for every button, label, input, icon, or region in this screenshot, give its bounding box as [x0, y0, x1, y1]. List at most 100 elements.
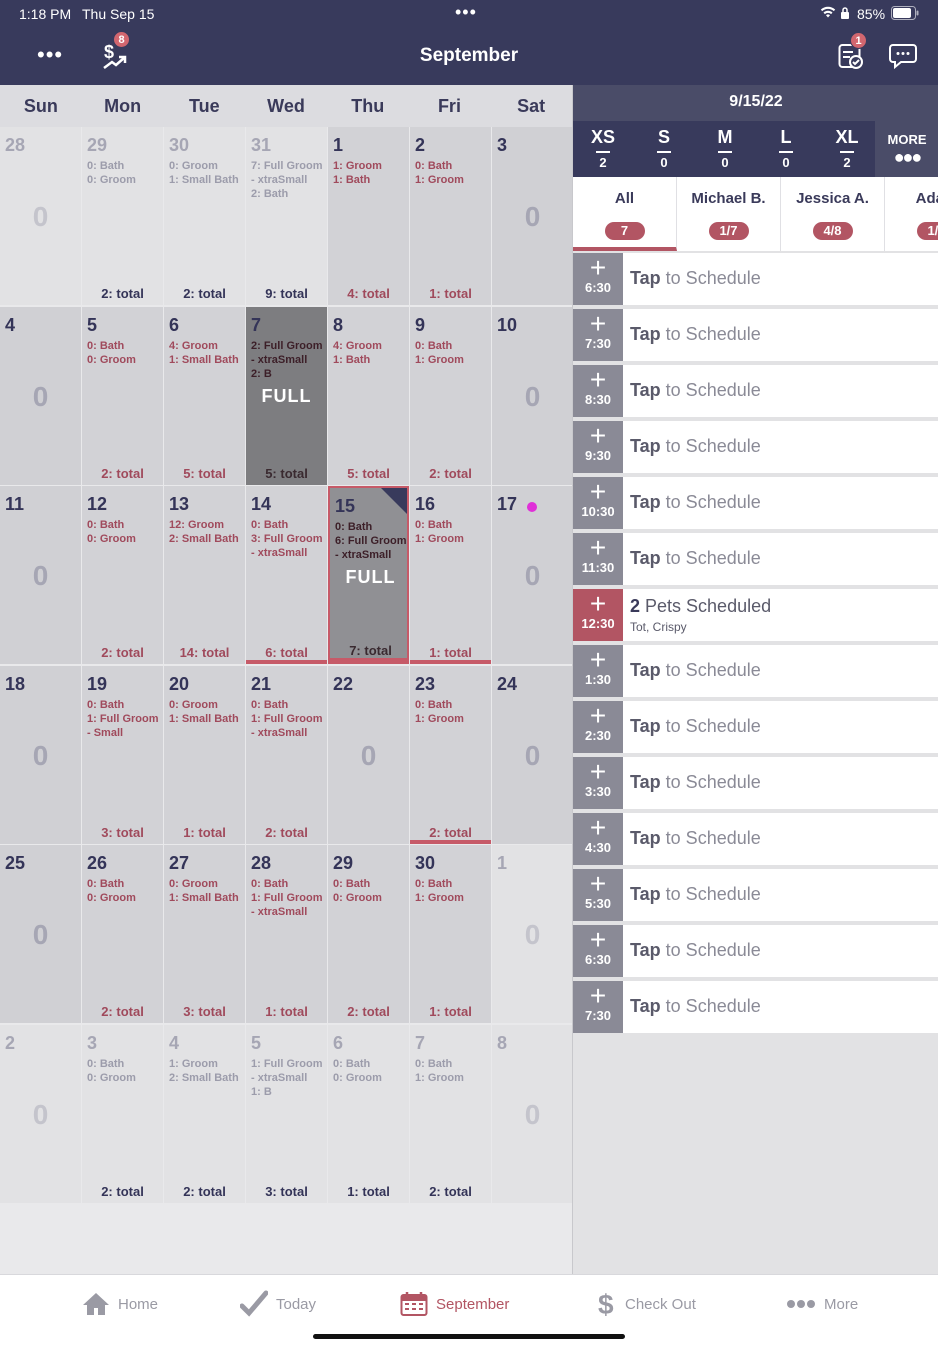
day-cell[interactable]: 10 0: [492, 307, 573, 485]
plus-icon[interactable]: +: [573, 366, 623, 394]
day-total: 3: total: [183, 1004, 226, 1019]
time-slot[interactable]: +4:30 Tap to Schedule: [573, 813, 938, 865]
plus-icon[interactable]: +: [573, 870, 623, 898]
tab-home[interactable]: Home: [82, 1289, 158, 1319]
day-cell[interactable]: 31 7: Full Groom - xtraSmall 2: Bath 9: tota…: [246, 127, 327, 305]
size-xs[interactable]: XS 2: [578, 127, 628, 170]
more-sizes-button[interactable]: MORE ●●●: [875, 121, 938, 177]
size-m[interactable]: M0: [700, 127, 750, 170]
day-cell[interactable]: 7 2: Full Groom - xtraSmall 2: B FULL 5: tota…: [246, 307, 327, 485]
day-cell[interactable]: 10: [492, 845, 573, 1023]
checkmark-icon: [240, 1290, 268, 1318]
day-number: 5: [251, 1033, 262, 1053]
day-cell[interactable]: 27 0: Groom 1: Small Bath 3: total: [164, 845, 245, 1023]
more-label: MORE: [887, 132, 927, 147]
day-cell[interactable]: 21 0: Bath 1: Full Groom - xtraSmall 2: tota…: [246, 666, 327, 844]
plus-icon[interactable]: +: [573, 254, 623, 282]
day-number: 22: [333, 674, 354, 694]
size-s[interactable]: S0: [639, 127, 689, 170]
day-cell[interactable]: 4 1: Groom 2: Small Bath 2: total: [164, 1025, 245, 1203]
day-cell[interactable]: 3 0: Bath 0: Groom 2: total: [82, 1025, 163, 1203]
day-cell[interactable]: 11 0: [0, 486, 81, 664]
day-cell[interactable]: 16 0: Bath 1: Groom 1: total: [410, 486, 491, 664]
service-line: 0: Groom: [333, 892, 382, 904]
day-cell[interactable]: 5 0: Bath 0: Groom 2: total: [82, 307, 163, 485]
time-slot[interactable]: +8:30 Tap to Schedule: [573, 365, 938, 417]
tab-check-out[interactable]: $ Check Out: [597, 1289, 696, 1319]
day-cell[interactable]: 24 0: [492, 666, 573, 844]
time-slot[interactable]: +7:30 Tap to Schedule: [573, 981, 938, 1033]
plus-icon[interactable]: +: [573, 982, 623, 1010]
multitask-dots-icon[interactable]: •••: [455, 2, 477, 23]
day-cell[interactable]: 6 4: Groom 1: Small Bath 5: total: [164, 307, 245, 485]
day-cell[interactable]: 29 0: Bath 0: Groom 2: total: [328, 845, 409, 1023]
day-cell[interactable]: 22 0: [328, 666, 409, 844]
plus-icon[interactable]: +: [573, 534, 623, 562]
slot-time-block: +9:30: [573, 421, 623, 473]
staff-tab[interactable]: Adam 1/6: [885, 177, 938, 251]
plus-icon[interactable]: +: [573, 590, 623, 618]
day-cell[interactable]: 18 0: [0, 666, 81, 844]
tab-september[interactable]: September: [400, 1289, 509, 1319]
size-xl[interactable]: XL 2: [822, 127, 872, 170]
day-cell[interactable]: 30 0: Bath 1: Groom 1: total: [410, 845, 491, 1023]
plus-icon[interactable]: +: [573, 422, 623, 450]
time-slot[interactable]: +11:30 Tap to Schedule: [573, 533, 938, 585]
time-slot[interactable]: +1:30 Tap to Schedule: [573, 645, 938, 697]
plus-icon[interactable]: +: [573, 758, 623, 786]
tab-label: September: [436, 1295, 510, 1313]
tab-more[interactable]: More: [786, 1289, 858, 1319]
day-cell[interactable]: 17 0: [492, 486, 573, 664]
day-cell[interactable]: 80: [492, 1025, 573, 1203]
staff-tab[interactable]: All 7: [573, 177, 677, 251]
staff-tab[interactable]: Jessica A. 4/8: [781, 177, 885, 251]
time-slot[interactable]: +6:30 Tap to Schedule: [573, 925, 938, 977]
day-cell[interactable]: 9 0: Bath 1: Groom 2: total: [410, 307, 491, 485]
day-cell[interactable]: 1 1: Groom 1: Bath 4: total: [328, 127, 409, 305]
time-slot[interactable]: +3:30 Tap to Schedule: [573, 757, 938, 809]
day-cell[interactable]: 12 0: Bath 0: Groom 2: total: [82, 486, 163, 664]
day-cell[interactable]: 20 0: Groom 1: Small Bath 1: total: [164, 666, 245, 844]
plus-icon[interactable]: +: [573, 478, 623, 506]
time-slot[interactable]: +6:30 Tap to Schedule: [573, 253, 938, 305]
staff-tab[interactable]: Michael B. 1/7: [677, 177, 781, 251]
day-cell[interactable]: 30 0: Groom 1: Small Bath 2: total: [164, 127, 245, 305]
day-cell[interactable]: 7 0: Bath 1: Groom 2: total: [410, 1025, 491, 1203]
plus-icon[interactable]: +: [573, 646, 623, 674]
tab-today[interactable]: Today: [240, 1289, 316, 1319]
day-cell[interactable]: 6 0: Bath 0: Groom 1: total: [328, 1025, 409, 1203]
day-cell[interactable]: 13 12: Groom 2: Small Bath 14: total: [164, 486, 245, 664]
day-cell[interactable]: 40: [0, 307, 81, 485]
slot-time: 6:30: [584, 952, 612, 967]
day-cell[interactable]: 25 0: [0, 845, 81, 1023]
time-slot[interactable]: +5:30 Tap to Schedule: [573, 869, 938, 921]
size-divider: [596, 151, 610, 153]
day-cell[interactable]: 20: [0, 1025, 81, 1203]
day-cell[interactable]: 5 1: Full Groom - xtraSmall 1: B 3: total: [246, 1025, 327, 1203]
day-cell[interactable]: 23 0: Bath 1: Groom 2: total: [410, 666, 491, 844]
checklist-button[interactable]: 1: [838, 32, 867, 75]
day-cell[interactable]: 15 0: Bath 6: Full Groom - xtraSmall FULL 7: …: [328, 486, 409, 664]
time-slot[interactable]: +7:30 Tap to Schedule: [573, 309, 938, 361]
time-slot[interactable]: +2:30 Tap to Schedule: [573, 701, 938, 753]
day-cell[interactable]: 28 0: [0, 127, 81, 305]
plus-icon[interactable]: +: [573, 814, 623, 842]
plus-icon[interactable]: +: [573, 702, 623, 730]
tap-to-schedule: Tap to Schedule: [623, 981, 761, 1033]
time-slot[interactable]: +12:30 2 Pets Scheduled Tot, Crispy: [573, 589, 938, 641]
messages-button[interactable]: [889, 43, 917, 74]
plus-icon[interactable]: +: [573, 926, 623, 954]
time-slot[interactable]: +10:30 Tap to Schedule: [573, 477, 938, 529]
plus-icon[interactable]: +: [573, 310, 623, 338]
size-l[interactable]: L0: [761, 127, 811, 170]
day-cell[interactable]: 26 0: Bath 0: Groom 2: total: [82, 845, 163, 1023]
time-slot[interactable]: +9:30 Tap to Schedule: [573, 421, 938, 473]
day-cell[interactable]: 28 0: Bath 1: Full Groom - xtraSmall 1: tota…: [246, 845, 327, 1023]
day-cell[interactable]: 19 0: Bath 1: Full Groom - Small 3: total: [82, 666, 163, 844]
day-cell[interactable]: 14 0: Bath 3: Full Groom - xtraSmall 6: tota…: [246, 486, 327, 664]
day-cell[interactable]: 30: [492, 127, 573, 305]
service-line: 4: Groom: [169, 340, 218, 352]
day-cell[interactable]: 8 4: Groom 1: Bath 5: total: [328, 307, 409, 485]
day-cell[interactable]: 2 0: Bath 1: Groom 1: total: [410, 127, 491, 305]
day-cell[interactable]: 29 0: Bath 0: Groom 2: total: [82, 127, 163, 305]
